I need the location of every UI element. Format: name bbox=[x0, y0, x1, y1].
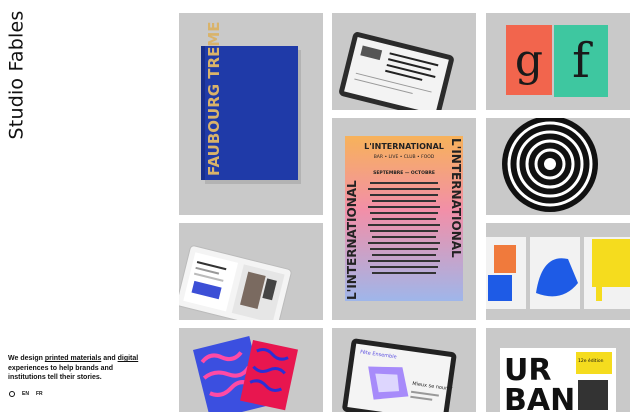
printed-materials-link[interactable]: printed materials bbox=[45, 355, 101, 362]
urban-side-text: 12e édition bbox=[578, 357, 604, 364]
project-tile-rings[interactable] bbox=[486, 118, 630, 215]
project-tile-tablet-app[interactable]: Fête Ensemble Mieux se nourrir bbox=[332, 328, 476, 412]
international-poster-image: L'INTERNATIONAL BAR • LIVE • CLUB • FOOD… bbox=[332, 118, 476, 320]
tablet-app-image: Fête Ensemble Mieux se nourrir bbox=[332, 328, 476, 412]
posters-series-image bbox=[486, 223, 630, 320]
project-tile-urban[interactable]: UR BAN 12e édition bbox=[486, 328, 630, 412]
poster-vertical-left: L'INTERNATIONAL bbox=[345, 180, 359, 300]
specimen-letter-g: g bbox=[515, 35, 543, 86]
logo-text: Studio Fables bbox=[5, 10, 28, 140]
poster-vertical-right: L'INTERNATIONAL bbox=[449, 138, 463, 258]
rings-image bbox=[486, 118, 630, 215]
intro-text: We design printed materials and digital … bbox=[8, 354, 148, 383]
book-title: FAUBOURG TREME bbox=[205, 21, 223, 176]
language-switcher: EN FR bbox=[9, 391, 43, 397]
lang-fr[interactable]: FR bbox=[36, 391, 43, 397]
tablet-editorial-image bbox=[179, 223, 323, 320]
urban-poster-image: UR BAN 12e édition bbox=[486, 328, 630, 412]
poster-subtitle: BAR • LIVE • CLUB • FOOD bbox=[374, 154, 435, 160]
intro-text-part: and bbox=[101, 355, 118, 362]
project-tile-type-specimen[interactable]: g f bbox=[486, 13, 630, 110]
book-cover-image: FAUBOURG TREME bbox=[179, 13, 323, 215]
sidebar: Studio Fables We design printed material… bbox=[0, 0, 160, 412]
lang-en[interactable]: EN bbox=[22, 391, 29, 397]
intro-text-part: We design bbox=[8, 355, 45, 362]
poster-months: SEPTEMBRE — OCTOBRE bbox=[373, 170, 435, 176]
project-tile-tablet-website[interactable] bbox=[332, 13, 476, 110]
project-tile-international[interactable]: L'INTERNATIONAL BAR • LIVE • CLUB • FOOD… bbox=[332, 118, 476, 320]
project-tile-faubourg[interactable]: FAUBOURG TREME bbox=[179, 13, 323, 215]
project-tile-posters-series[interactable] bbox=[486, 223, 630, 320]
type-specimen-image: g f bbox=[486, 13, 630, 110]
digital-link[interactable]: digital bbox=[118, 355, 139, 362]
studio-logo[interactable]: Studio Fables bbox=[4, 10, 28, 140]
project-tile-tablet-editorial[interactable] bbox=[179, 223, 323, 320]
project-tile-pink-poster[interactable] bbox=[179, 328, 323, 412]
intro-text-part: experiences to help brands and instituti… bbox=[8, 364, 114, 382]
urban-letters-bottom: BAN bbox=[504, 383, 575, 412]
circle-icon bbox=[9, 391, 15, 397]
poster-title: L'INTERNATIONAL bbox=[364, 142, 444, 151]
tablet-website-image bbox=[332, 13, 476, 110]
pink-poster-image bbox=[179, 328, 323, 412]
